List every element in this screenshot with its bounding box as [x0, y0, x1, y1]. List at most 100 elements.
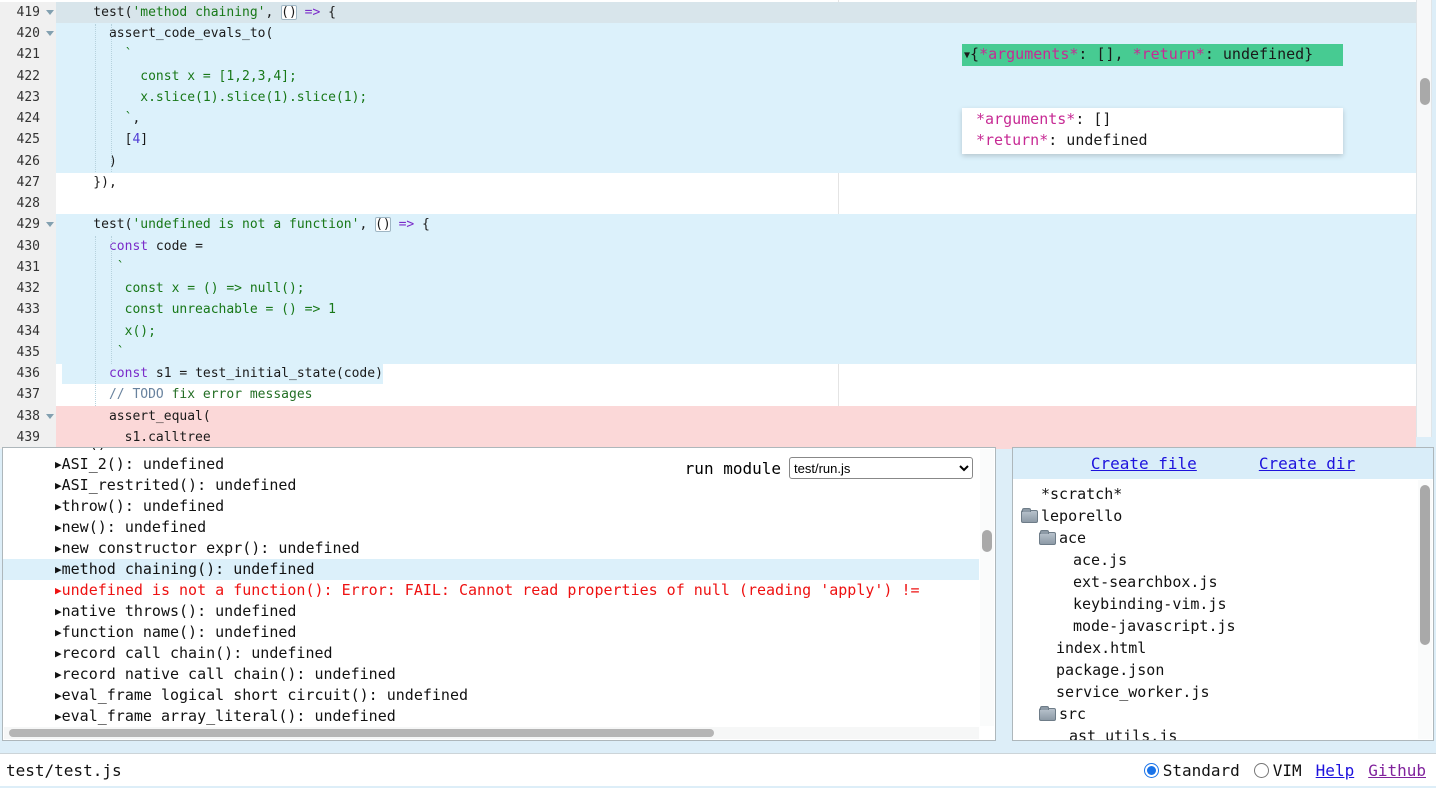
expand-triangle-icon[interactable]: ▶	[55, 448, 62, 450]
gutter-cell[interactable]: 421	[0, 44, 56, 66]
gutter-cell[interactable]: 420	[0, 23, 56, 45]
line-number: 424	[17, 108, 40, 129]
expand-triangle-icon[interactable]: ▶	[55, 689, 62, 702]
code-line[interactable]: 434 x();	[0, 321, 1416, 343]
tooltip-entry[interactable]: *arguments*: []	[976, 109, 1343, 130]
test-result-item[interactable]: ▶eval_frame logical short circuit(): und…	[3, 685, 979, 706]
gutter-cell[interactable]: 419	[0, 2, 56, 24]
gutter-cell[interactable]: 426	[0, 151, 56, 173]
test-result-item[interactable]: ▶undefined is not a function(): Error: F…	[3, 580, 979, 601]
expand-triangle-icon[interactable]: ▶	[55, 647, 62, 660]
code-line[interactable]: 439 s1.calltree	[0, 427, 1416, 449]
code-line[interactable]: 430 const code =	[0, 236, 1416, 258]
file-tree-item[interactable]: index.html	[1013, 637, 1417, 659]
code-line[interactable]: 437 // TODO fix error messages	[0, 384, 1416, 406]
file-tree-item[interactable]: ace.js	[1013, 549, 1417, 571]
code-line[interactable]: 435 `	[0, 342, 1416, 364]
expand-triangle-icon[interactable]: ▶	[55, 584, 62, 597]
results-horizontal-scrollbar[interactable]	[4, 727, 979, 739]
test-result-item[interactable]: ▶record call chain(): undefined	[3, 643, 979, 664]
gutter-cell[interactable]: 422	[0, 66, 56, 88]
code-line[interactable]: 436 const s1 = test_initial_state(code)	[0, 363, 1416, 385]
expand-triangle-icon[interactable]: ▶	[55, 458, 62, 471]
help-link[interactable]: Help	[1316, 761, 1355, 780]
code-line[interactable]: 431 `	[0, 257, 1416, 279]
code-token	[62, 260, 117, 275]
vim-radio-input[interactable]	[1254, 763, 1269, 778]
gutter-cell[interactable]: 434	[0, 321, 56, 343]
test-result-item[interactable]: ▶record native call chain(): undefined	[3, 664, 979, 685]
tooltip-entry[interactable]: *return*: undefined	[976, 130, 1343, 151]
test-result-item[interactable]: ▶new(): undefined	[3, 517, 979, 538]
gutter-cell[interactable]: 433	[0, 299, 56, 321]
keybinding-vim-radio[interactable]: VIM	[1254, 761, 1302, 780]
expand-triangle-icon[interactable]: ▶	[55, 479, 62, 492]
code-line[interactable]: 428	[0, 193, 1416, 215]
file-tree-item[interactable]: ext-searchbox.js	[1013, 571, 1417, 593]
expand-triangle-icon[interactable]: ▶	[55, 521, 62, 534]
file-tree-item[interactable]: keybinding-vim.js	[1013, 593, 1417, 615]
github-link[interactable]: Github	[1368, 761, 1426, 780]
gutter-cell[interactable]: 430	[0, 236, 56, 258]
gutter-cell[interactable]: 424	[0, 108, 56, 130]
test-result-item[interactable]: ▶eval_frame array_literal(): undefined	[3, 706, 979, 727]
fold-caret-icon[interactable]	[46, 414, 54, 419]
code-line[interactable]: 427 }),	[0, 172, 1416, 194]
test-result-item[interactable]: ▶function name(): undefined	[3, 622, 979, 643]
gutter-cell[interactable]: 437	[0, 384, 56, 406]
gutter-cell[interactable]: 432	[0, 278, 56, 300]
gutter-cell[interactable]: 439	[0, 427, 56, 449]
file-tree-item[interactable]: mode-javascript.js	[1013, 615, 1417, 637]
results-vertical-scrollbar[interactable]	[980, 449, 994, 726]
keybinding-standard-radio[interactable]: Standard	[1144, 761, 1240, 780]
fold-caret-icon[interactable]	[46, 31, 54, 36]
code-line[interactable]: 438 assert_equal(	[0, 406, 1416, 428]
create-file-link[interactable]: Create file	[1091, 454, 1197, 473]
file-tree-item[interactable]: leporello	[1013, 505, 1417, 527]
line-number: 437	[17, 384, 40, 405]
file-tree-item[interactable]: package.json	[1013, 659, 1417, 681]
gutter-cell[interactable]: 429	[0, 214, 56, 236]
gutter-cell[interactable]: 436	[0, 363, 56, 385]
gutter-cell[interactable]: 431	[0, 257, 56, 279]
test-result-item[interactable]: ▶method chaining(): undefined	[3, 559, 979, 580]
gutter-cell[interactable]: 427	[0, 172, 56, 194]
file-tree-item[interactable]: ast_utils.js	[1013, 725, 1417, 740]
editor-scrollbar-thumb[interactable]	[1420, 78, 1430, 105]
test-result-item[interactable]: ▶native throws(): undefined	[3, 601, 979, 622]
results-vertical-scrollbar-thumb[interactable]	[982, 530, 992, 552]
file-tree-item[interactable]: src	[1013, 703, 1417, 725]
expand-triangle-icon[interactable]: ▶	[55, 668, 62, 681]
code-token: }),	[62, 175, 117, 190]
expand-triangle-icon[interactable]: ▶	[55, 542, 62, 555]
expand-triangle-icon[interactable]: ▶	[55, 626, 62, 639]
gutter-cell[interactable]: 435	[0, 342, 56, 364]
fold-caret-icon[interactable]	[46, 10, 54, 15]
run-module-select[interactable]: test/run.js	[789, 457, 973, 479]
code-line[interactable]: 432 const x = () => null();	[0, 278, 1416, 300]
gutter-cell[interactable]: 425	[0, 129, 56, 151]
code-line[interactable]: 433 const unreachable = () => 1	[0, 299, 1416, 321]
create-dir-link[interactable]: Create dir	[1259, 454, 1355, 473]
test-result-item[interactable]: ▶throw(): undefined	[3, 496, 979, 517]
file-tree-scrollbar[interactable]	[1418, 480, 1432, 739]
test-result-item[interactable]: ▶new constructor expr(): undefined	[3, 538, 979, 559]
value-tooltip-header[interactable]: ▼{*arguments*: [], *return*: undefined}	[962, 44, 1343, 66]
expand-triangle-icon[interactable]: ▶	[55, 710, 62, 723]
file-tree-item[interactable]: service_worker.js	[1013, 681, 1417, 703]
code-line[interactable]: 429 test('undefined is not a function', …	[0, 214, 1416, 236]
gutter-cell[interactable]: 438	[0, 406, 56, 428]
expand-triangle-icon[interactable]: ▶	[55, 500, 62, 513]
expand-triangle-icon[interactable]: ▶	[55, 563, 62, 576]
file-tree-item[interactable]: ace	[1013, 527, 1417, 549]
file-tree-scrollbar-thumb[interactable]	[1420, 485, 1430, 645]
standard-radio-input[interactable]	[1144, 763, 1159, 778]
expand-triangle-icon[interactable]: ▶	[55, 605, 62, 618]
fold-caret-icon[interactable]	[46, 222, 54, 227]
editor-scrollbar[interactable]	[1416, 0, 1432, 437]
file-tree-item[interactable]: *scratch*	[1013, 483, 1417, 505]
results-horizontal-scrollbar-thumb[interactable]	[9, 729, 714, 737]
gutter-cell[interactable]: 428	[0, 193, 56, 215]
gutter-cell[interactable]: 423	[0, 87, 56, 109]
code-token	[62, 47, 125, 62]
